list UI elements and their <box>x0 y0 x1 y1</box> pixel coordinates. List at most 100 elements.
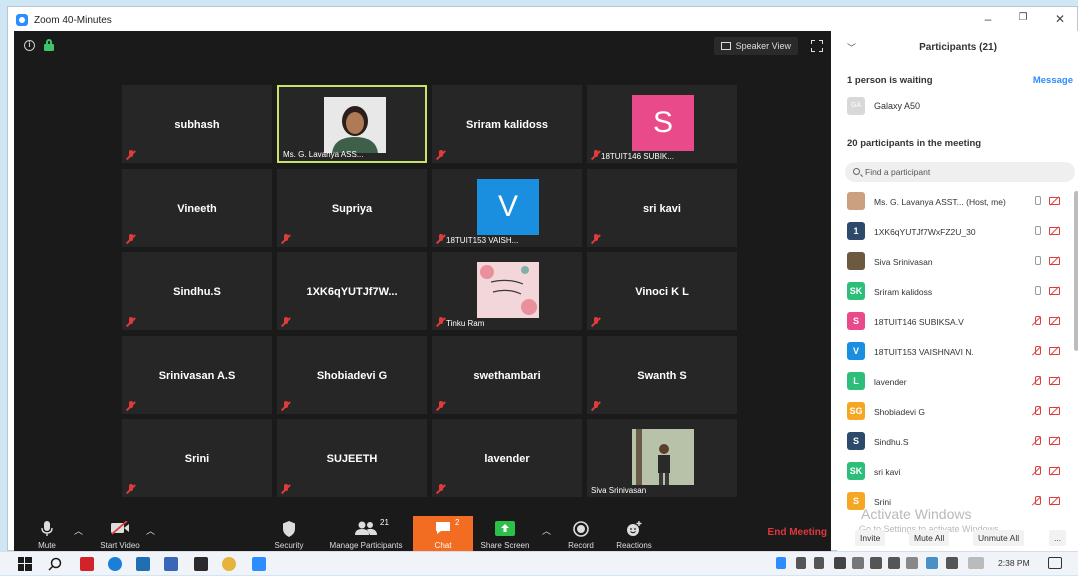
video-tile[interactable]: S 18TUIT146 SUBIK... <box>587 85 737 163</box>
share-options-caret-icon[interactable]: ︿ <box>542 524 552 536</box>
video-tile[interactable]: swethambari <box>432 336 582 414</box>
more-options-button[interactable]: ... <box>1049 530 1067 546</box>
video-off-icon[interactable] <box>1049 347 1060 355</box>
audio-options-caret-icon[interactable]: ︿ <box>74 524 84 536</box>
message-waiting-room-link[interactable]: Message <box>1033 75 1073 86</box>
video-off-icon[interactable] <box>1049 377 1060 385</box>
invite-button[interactable]: Invite <box>855 530 886 546</box>
acrobat-taskbar-icon[interactable] <box>80 557 94 571</box>
share-screen-button[interactable]: Share Screen <box>477 516 533 552</box>
encryption-lock-icon[interactable] <box>44 39 54 51</box>
video-tile[interactable]: Ms. G. Lavanya ASS... <box>277 85 427 163</box>
video-tile[interactable]: Srinivasan A.S <box>122 336 272 414</box>
video-tile[interactable]: Supriya <box>277 169 427 247</box>
app-taskbar-icon[interactable] <box>164 557 178 571</box>
participant-row[interactable]: 1 1XK6qYUTJf7WxFZ2U_30 <box>837 217 1073 247</box>
mail-taskbar-icon[interactable] <box>136 557 150 571</box>
video-tile[interactable]: subhash <box>122 85 272 163</box>
muted-mic-icon[interactable] <box>1033 466 1041 477</box>
video-tile[interactable]: Vineeth <box>122 169 272 247</box>
video-tile[interactable]: Sindhu.S <box>122 252 272 330</box>
video-tile[interactable]: V 18TUIT153 VAISH... <box>432 169 582 247</box>
video-tile[interactable]: Siva Srinivasan <box>587 419 737 497</box>
record-button[interactable]: Record <box>560 516 602 552</box>
speaker-view-button[interactable]: Speaker View <box>713 37 798 55</box>
video-off-icon[interactable] <box>1049 197 1060 205</box>
chat-button[interactable]: 2 Chat <box>413 516 473 552</box>
video-off-icon[interactable] <box>1049 317 1060 325</box>
participant-row[interactable]: SK Sriram kalidoss <box>837 277 1073 307</box>
mute-all-button[interactable]: Mute All <box>909 530 950 546</box>
unmute-all-button[interactable]: Unmute All <box>973 530 1025 546</box>
muted-mic-icon[interactable] <box>1033 436 1041 447</box>
minimize-button[interactable]: – <box>978 12 998 26</box>
video-tile[interactable]: Vinoci K L <box>587 252 737 330</box>
power-tray-icon[interactable] <box>814 557 824 569</box>
participant-row[interactable]: Siva Srinivasan <box>837 247 1073 277</box>
chevron-tray-icon[interactable] <box>852 557 864 569</box>
end-meeting-button[interactable]: End Meeting <box>768 527 827 538</box>
video-tile[interactable]: sri kavi <box>587 169 737 247</box>
video-off-icon[interactable] <box>1049 257 1060 265</box>
video-off-icon[interactable] <box>1049 497 1060 505</box>
video-options-caret-icon[interactable]: ︿ <box>146 524 156 536</box>
mic-icon[interactable] <box>1033 256 1041 267</box>
search-taskbar-icon[interactable] <box>48 557 62 571</box>
battery-tray-icon[interactable] <box>906 557 918 569</box>
participant-row[interactable]: S Sindhu.S <box>837 427 1073 457</box>
video-off-icon[interactable] <box>1049 287 1060 295</box>
mic-icon[interactable] <box>1033 286 1041 297</box>
manage-participants-button[interactable]: 21 Manage Participants <box>320 516 412 552</box>
video-tile[interactable]: Srini <box>122 419 272 497</box>
participant-row[interactable]: Llavender <box>837 367 1073 397</box>
video-tile[interactable]: 1XK6qYUTJf7W... <box>277 252 427 330</box>
participant-row[interactable]: SK sri kavi <box>837 457 1073 487</box>
edge-taskbar-icon[interactable] <box>108 557 122 571</box>
muted-mic-icon[interactable] <box>1033 406 1041 417</box>
mic-icon[interactable] <box>1033 226 1041 237</box>
video-tile[interactable]: Swanth S <box>587 336 737 414</box>
participant-list-scrollbar[interactable] <box>1073 187 1078 512</box>
keyboard-tray-icon[interactable] <box>968 557 984 569</box>
close-button[interactable]: ✕ <box>1050 12 1070 26</box>
volume-tray-icon[interactable] <box>888 557 900 569</box>
pen-tray-icon[interactable] <box>946 557 958 569</box>
video-tile[interactable]: SUJEETH <box>277 419 427 497</box>
network-tray-icon[interactable] <box>870 557 882 569</box>
participant-search-input[interactable]: Find a participant <box>845 162 1075 182</box>
store-taskbar-icon[interactable] <box>194 557 208 571</box>
video-tile[interactable]: lavender <box>432 419 582 497</box>
waiting-participant-row[interactable]: GA Galaxy A50 <box>847 97 920 115</box>
muted-mic-icon[interactable] <box>1033 346 1041 357</box>
restore-button[interactable]: ❐ <box>1013 12 1033 23</box>
start-video-button[interactable]: Start Video <box>90 516 150 552</box>
mute-button[interactable]: Mute <box>24 516 70 552</box>
participant-row[interactable]: V 18TUIT153 VAISHNAVI N. <box>837 337 1073 367</box>
mic-tray-icon[interactable] <box>796 557 806 569</box>
screen-tray-icon[interactable] <box>834 557 846 569</box>
video-tile[interactable]: Tinku Ram <box>432 252 582 330</box>
muted-mic-icon[interactable] <box>1033 316 1041 327</box>
zoom-tray-icon[interactable] <box>776 557 786 569</box>
meeting-info-icon[interactable]: i <box>24 40 35 51</box>
participant-row[interactable]: S 18TUIT146 SUBIKSA.V <box>837 307 1073 337</box>
muted-mic-icon[interactable] <box>1033 376 1041 387</box>
video-off-icon[interactable] <box>1049 437 1060 445</box>
video-tile[interactable]: Sriram kalidoss <box>432 85 582 163</box>
scrollbar-thumb[interactable] <box>1074 191 1078 351</box>
windows-start-icon[interactable] <box>18 557 32 571</box>
reactions-button[interactable]: Reactions <box>610 516 658 552</box>
video-tile[interactable]: Shobiadevi G <box>277 336 427 414</box>
fullscreen-icon[interactable] <box>811 40 823 52</box>
mic-icon[interactable] <box>1033 196 1041 207</box>
chrome-taskbar-icon[interactable] <box>222 557 236 571</box>
zoom-taskbar-icon[interactable] <box>252 557 266 571</box>
video-off-icon[interactable] <box>1049 227 1060 235</box>
security-button[interactable]: Security <box>264 516 314 552</box>
cloud-tray-icon[interactable] <box>926 557 938 569</box>
notifications-icon[interactable] <box>1048 557 1062 569</box>
clock[interactable]: 2:38 PM <box>998 558 1030 568</box>
video-off-icon[interactable] <box>1049 467 1060 475</box>
participant-row[interactable]: Ms. G. Lavanya ASST... (Host, me) <box>837 187 1073 217</box>
participant-row[interactable]: SG Shobiadevi G <box>837 397 1073 427</box>
